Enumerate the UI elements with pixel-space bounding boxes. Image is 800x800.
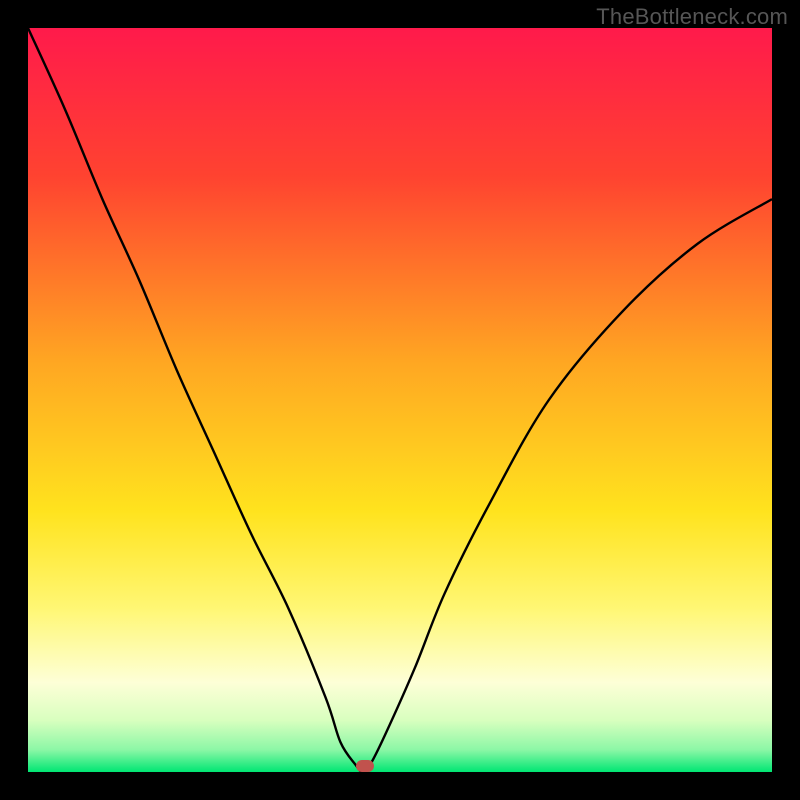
bottleneck-curve [28, 28, 772, 772]
gradient-background [28, 28, 772, 772]
chart-frame: TheBottleneck.com [0, 0, 800, 800]
plot-area [28, 28, 772, 772]
watermark-text: TheBottleneck.com [596, 4, 788, 30]
optimal-point-marker [356, 760, 374, 772]
